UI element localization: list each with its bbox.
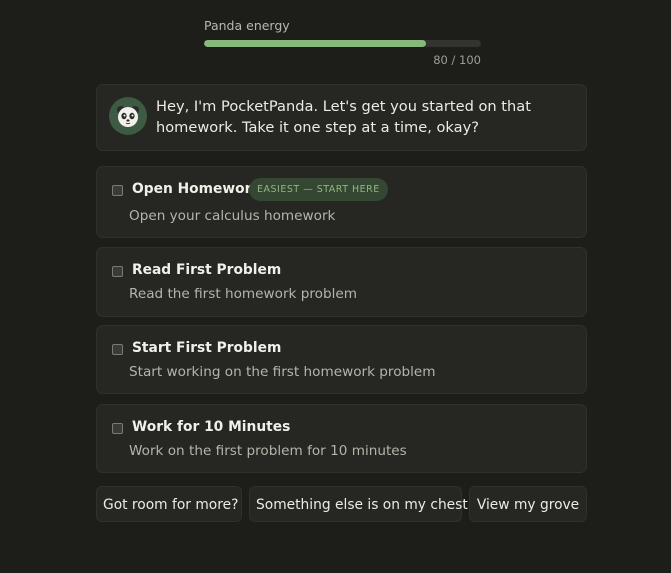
- task-checkbox[interactable]: [112, 344, 123, 355]
- task-description: Read the first homework problem: [129, 286, 357, 302]
- task-checkbox[interactable]: [112, 185, 123, 196]
- task-card[interactable]: Read First Problem Read the first homewo…: [96, 247, 587, 317]
- room-for-more-button[interactable]: Got room for more?: [96, 486, 242, 522]
- view-grove-button[interactable]: View my grove: [469, 486, 587, 522]
- task-description: Work on the first problem for 10 minutes: [129, 443, 407, 459]
- energy-bar-fill: [204, 40, 426, 47]
- panda-avatar: [109, 97, 147, 135]
- greeting-message: Hey, I'm PocketPanda. Let's get you star…: [156, 98, 531, 136]
- task-description: Start working on the first homework prob…: [129, 364, 436, 380]
- energy-label: Panda energy: [204, 18, 290, 33]
- task-card[interactable]: Start First Problem Start working on the…: [96, 325, 587, 394]
- task-title: Open Homework: [132, 181, 261, 197]
- greeting-card: Hey, I'm PocketPanda. Let's get you star…: [96, 84, 587, 151]
- energy-count: 80 / 100: [433, 53, 481, 67]
- task-card[interactable]: Work for 10 Minutes Work on the first pr…: [96, 404, 587, 473]
- panda-icon: [117, 106, 139, 127]
- task-checkbox[interactable]: [112, 266, 123, 277]
- task-description: Open your calculus homework: [129, 208, 336, 224]
- energy-bar-track: [204, 40, 481, 47]
- task-title: Start First Problem: [132, 340, 282, 356]
- easiest-badge: EASIEST — START HERE: [249, 178, 388, 201]
- something-on-chest-button[interactable]: Something else is on my chest: [249, 486, 468, 522]
- task-title: Read First Problem: [132, 262, 282, 278]
- panda-energy-meter: Panda energy 80 / 100: [204, 18, 481, 67]
- task-card[interactable]: Open Homework EASIEST — START HERE Open …: [96, 166, 587, 238]
- task-checkbox[interactable]: [112, 423, 123, 434]
- task-title: Work for 10 Minutes: [132, 419, 291, 435]
